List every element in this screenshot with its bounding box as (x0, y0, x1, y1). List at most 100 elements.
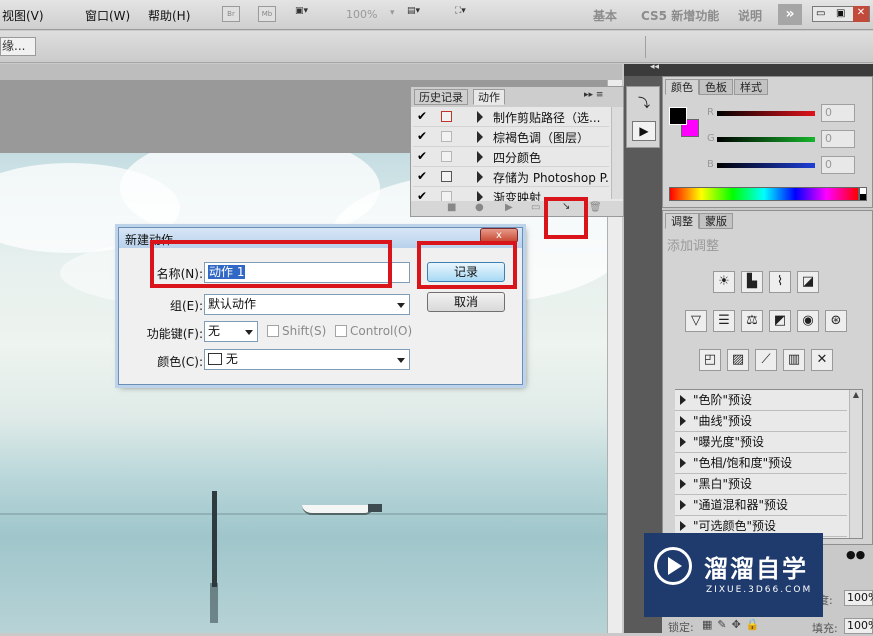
cancel-button[interactable]: 取消 (427, 292, 505, 312)
levels-icon[interactable]: ▙ (741, 271, 763, 293)
dialog-toggle-icon[interactable] (441, 171, 452, 182)
tab-history[interactable]: 历史记录 (414, 89, 468, 105)
view-extras-dropdown[interactable]: ▣▾ (295, 6, 317, 22)
mini-bridge-icon[interactable]: Mb (258, 6, 276, 22)
posterize-icon[interactable]: ▨ (727, 349, 749, 371)
record-icon[interactable]: ● (475, 202, 484, 213)
restore-icon[interactable]: ▣ (836, 7, 845, 21)
tab-adjustments[interactable]: 调整 (665, 213, 699, 229)
action-row[interactable]: ✔ 棕褐色调（图层） (413, 127, 609, 147)
workspace-explain[interactable]: 说明 (738, 7, 762, 24)
expand-triangle-icon[interactable] (680, 395, 686, 405)
bridge-icon[interactable]: Br (222, 6, 240, 22)
action-row[interactable]: ✔ 四分颜色 (413, 147, 609, 167)
arrange-documents-dropdown[interactable]: ▤▾ (407, 6, 429, 22)
photo-filter-icon[interactable]: ◉ (797, 310, 819, 332)
shift-checkbox-box[interactable] (267, 325, 279, 337)
play-icon[interactable]: ▶ (505, 202, 513, 213)
invert-icon[interactable]: ◰ (699, 349, 721, 371)
tab-actions[interactable]: 动作 (473, 89, 505, 105)
presets-scrollbar[interactable]: ▲ (849, 390, 862, 538)
actions-panel-icon[interactable]: ▶ (632, 121, 656, 141)
document-image[interactable] (0, 153, 607, 633)
shift-checkbox[interactable]: Shift(S) (267, 324, 326, 338)
preset-row[interactable]: "黑白"预设 (675, 474, 847, 495)
expand-triangle-icon[interactable] (680, 458, 686, 468)
new-set-icon[interactable]: ▭ (531, 202, 540, 213)
trash-icon[interactable]: 🗑 (589, 202, 602, 213)
preset-row[interactable]: "色相/饱和度"预设 (675, 453, 847, 474)
preset-row[interactable]: "曲线"预设 (675, 411, 847, 432)
minimize-icon[interactable]: ▭ (816, 7, 825, 21)
zoom-dropdown-icon[interactable]: ▾ (390, 8, 395, 18)
expand-triangle-icon[interactable] (680, 479, 686, 489)
expand-triangle-icon[interactable] (477, 111, 483, 123)
expand-triangle-icon[interactable] (680, 500, 686, 510)
expand-triangle-icon[interactable] (680, 416, 686, 426)
menu-window[interactable]: 窗口(W) (85, 7, 130, 24)
preset-row[interactable]: "曝光度"预设 (675, 432, 847, 453)
preset-row[interactable]: "色阶"预设 (675, 390, 847, 411)
lock-icons[interactable]: ▦✎✥🔒 (702, 618, 765, 631)
actions-scrollbar[interactable] (611, 107, 623, 199)
history-panel-icon[interactable]: ⤵ (633, 93, 655, 113)
expand-triangle-icon[interactable] (680, 521, 686, 531)
foreground-color-swatch-front[interactable] (669, 107, 687, 125)
channel-r-slider[interactable] (717, 111, 815, 116)
checkmark-icon[interactable]: ✔ (417, 110, 430, 123)
panel-menu-icon[interactable]: ▸▸ ≡ (584, 90, 603, 100)
checkmark-icon[interactable]: ✔ (417, 170, 430, 183)
dock-collapse-bar[interactable]: ◂◂ (624, 62, 873, 76)
checkmark-icon[interactable]: ✔ (417, 130, 430, 143)
black-white-ramp[interactable] (859, 187, 867, 201)
selective-color-icon[interactable]: ✕ (811, 349, 833, 371)
channel-mixer-icon[interactable]: ⊛ (825, 310, 847, 332)
dialog-toggle-icon[interactable] (441, 131, 452, 142)
color-balance-icon[interactable]: ⚖ (741, 310, 763, 332)
set-select[interactable]: 默认动作 (204, 294, 410, 315)
checkmark-icon[interactable]: ✔ (417, 150, 430, 163)
opacity-input[interactable]: 100% (844, 590, 873, 606)
channel-g-slider[interactable] (717, 137, 815, 142)
tab-styles[interactable]: 样式 (734, 79, 768, 95)
expand-triangle-icon[interactable] (680, 437, 686, 447)
tab-masks[interactable]: 蒙版 (699, 213, 733, 229)
action-row[interactable]: ✔ 存储为 Photoshop P... (413, 167, 609, 187)
function-key-select[interactable]: 无 (204, 321, 258, 342)
screen-mode-dropdown[interactable]: ⛶▾ (455, 6, 477, 22)
hue-saturation-icon[interactable]: ☰ (713, 310, 735, 332)
tab-color[interactable]: 颜色 (665, 79, 699, 95)
channel-b-value[interactable]: 0 (821, 156, 855, 174)
exposure-icon[interactable]: ◪ (797, 271, 819, 293)
control-checkbox-box[interactable] (335, 325, 347, 337)
color-select[interactable]: 无 (204, 349, 410, 370)
workspace-cs5-new[interactable]: CS5 新增功能 (641, 7, 719, 24)
expand-triangle-icon[interactable] (477, 171, 483, 183)
curves-icon[interactable]: ⌇ (769, 271, 791, 293)
workspace-basic[interactable]: 基本 (593, 7, 617, 24)
channel-b-slider[interactable] (717, 163, 815, 168)
threshold-icon[interactable]: ⟋ (755, 349, 777, 371)
expand-triangle-icon[interactable] (477, 151, 483, 163)
dialog-toggle-icon[interactable] (441, 111, 452, 122)
channel-g-value[interactable]: 0 (821, 130, 855, 148)
channel-r-value[interactable]: 0 (821, 104, 855, 122)
gradient-map-icon[interactable]: ▥ (783, 349, 805, 371)
preset-row[interactable]: "通道混和器"预设 (675, 495, 847, 516)
vibrance-icon[interactable]: ▽ (685, 310, 707, 332)
action-row[interactable]: ✔ 制作剪贴路径（选... (413, 107, 609, 127)
zoom-level[interactable]: 100% (346, 8, 377, 21)
menu-help[interactable]: 帮助(H) (148, 7, 190, 24)
black-white-icon[interactable]: ◩ (769, 310, 791, 332)
menu-view[interactable]: 视图(V) (2, 7, 44, 24)
brightness-icon[interactable]: ☀ (713, 271, 735, 293)
tab-swatches[interactable]: 色板 (699, 79, 733, 95)
color-spectrum-bar[interactable] (669, 187, 859, 201)
fill-input[interactable]: 100% (844, 618, 873, 634)
refine-edge-button[interactable]: 缘... (0, 37, 36, 56)
expand-triangle-icon[interactable] (477, 131, 483, 143)
dialog-toggle-icon[interactable] (441, 151, 452, 162)
control-checkbox[interactable]: Control(O) (335, 324, 412, 338)
more-workspaces-button[interactable]: » (778, 4, 802, 25)
link-icon[interactable]: ●● (846, 548, 865, 561)
